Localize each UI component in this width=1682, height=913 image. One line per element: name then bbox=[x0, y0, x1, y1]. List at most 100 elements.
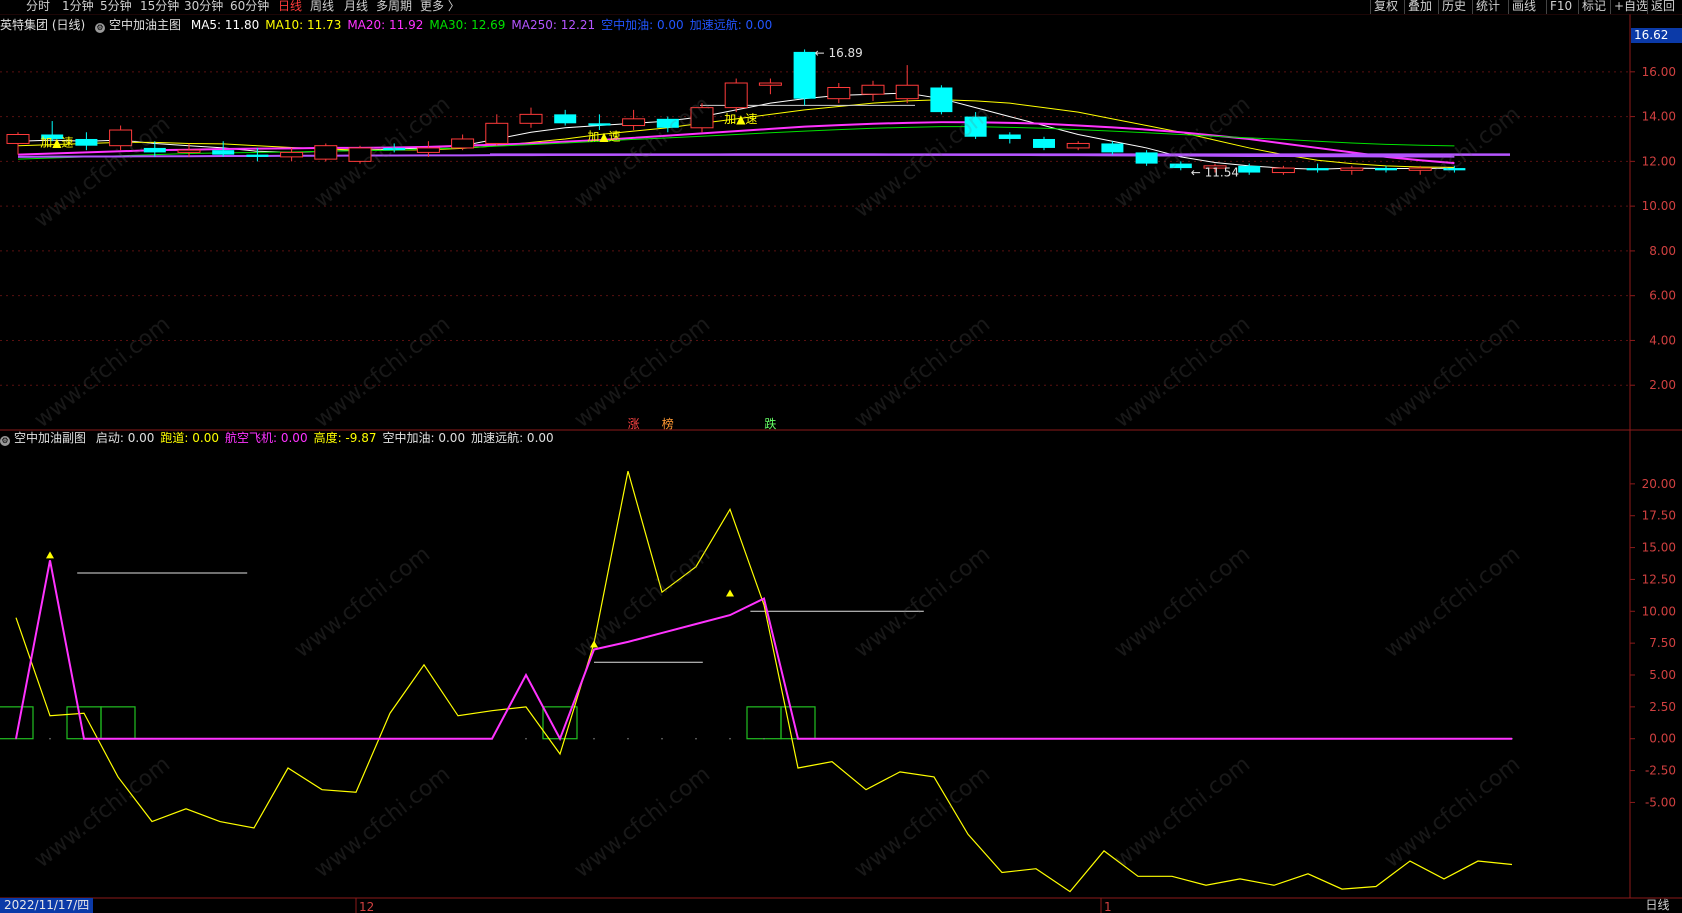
candle-body bbox=[1135, 152, 1158, 164]
period-tab-1[interactable]: 1分钟 bbox=[62, 0, 94, 13]
legend-item-5: 加速远航: 0.00 bbox=[471, 431, 554, 445]
period-tab-7[interactable]: 周线 bbox=[310, 0, 334, 13]
period-tab-10[interactable]: 更多 〉 bbox=[420, 0, 460, 13]
candle-body bbox=[246, 154, 269, 157]
toolbar-divider bbox=[1370, 0, 1371, 14]
candle-body bbox=[1033, 138, 1055, 148]
candle bbox=[383, 143, 406, 153]
candle bbox=[1135, 150, 1158, 166]
baseline-dot bbox=[695, 737, 697, 740]
period-tab-8[interactable]: 月线 bbox=[344, 0, 368, 13]
main-y-tick-label: 14.00 bbox=[1642, 110, 1676, 124]
candle bbox=[998, 132, 1021, 144]
candle-body bbox=[656, 118, 679, 128]
legend-item-5: 空中加油: 0.00 bbox=[601, 18, 684, 32]
chart-canvas[interactable]: 2.004.006.008.0010.0012.0014.0016.00← 16… bbox=[0, 0, 1682, 913]
legend-item-2: 航空飞机: 0.00 bbox=[225, 431, 308, 445]
legend-item-1: 跑道: 0.00 bbox=[160, 431, 219, 445]
month-label: 12 bbox=[359, 900, 374, 913]
main-indicator-name[interactable]: 空中加油主图 bbox=[109, 18, 181, 32]
main-chart-header: 英特集团 (日线) ⚙ 空中加油主图 MA5: 11.80 MA10: 11.73 M… bbox=[0, 16, 784, 34]
candle-body bbox=[724, 82, 748, 109]
candle bbox=[930, 85, 953, 115]
signal-triangle bbox=[46, 551, 54, 559]
candle bbox=[622, 109, 646, 131]
toolbar-button-2[interactable]: 历史 bbox=[1442, 0, 1466, 13]
period-label[interactable]: 日线 bbox=[1633, 898, 1682, 913]
candle bbox=[827, 83, 851, 104]
candle-body bbox=[75, 138, 98, 146]
candle bbox=[690, 103, 714, 133]
candle bbox=[724, 78, 748, 113]
cursor-date: 2022/11/17/四 bbox=[0, 898, 94, 913]
candle bbox=[6, 132, 30, 155]
candle bbox=[861, 80, 885, 101]
price-annotation: ← 16.89 bbox=[815, 46, 863, 60]
sub-chart-header: ⚙ 空中加油副图 启动: 0.00 跑道: 0.00 航空飞机: 0.00 高度: -9… bbox=[0, 429, 566, 447]
candle-body bbox=[143, 147, 166, 153]
period-tab-2[interactable]: 5分钟 bbox=[100, 0, 132, 13]
baseline-dot bbox=[627, 737, 629, 740]
toolbar-button-1[interactable]: 叠加 bbox=[1408, 0, 1432, 13]
toolbar-button-8[interactable]: 返回 bbox=[1651, 0, 1675, 13]
candle-body bbox=[964, 116, 987, 137]
legend-item-4: MA250: 12.21 bbox=[511, 18, 596, 32]
candle-body bbox=[485, 122, 509, 144]
candle-body bbox=[1066, 142, 1090, 149]
period-tab-6[interactable]: 日线 bbox=[278, 0, 302, 13]
period-tab-3[interactable]: 15分钟 bbox=[140, 0, 179, 13]
candle bbox=[109, 125, 133, 151]
candle-body bbox=[588, 123, 611, 126]
candle-body bbox=[1271, 167, 1295, 174]
signal-triangle bbox=[590, 640, 598, 648]
candle bbox=[793, 49, 816, 106]
toolbar-button-6[interactable]: 标记 bbox=[1582, 0, 1606, 13]
period-tab-0[interactable]: 分时 bbox=[26, 0, 50, 13]
month-label: 1 bbox=[1104, 900, 1112, 913]
settings-icon[interactable]: ⚙ bbox=[0, 436, 10, 446]
sub-indicator-name[interactable]: 空中加油副图 bbox=[14, 431, 86, 445]
main-y-tick-label: 6.00 bbox=[1649, 289, 1676, 303]
sub-y-tick-label: -2.50 bbox=[1645, 764, 1676, 778]
candle-body bbox=[314, 145, 338, 160]
toolbar-divider bbox=[1610, 0, 1611, 14]
settings-icon[interactable]: ⚙ bbox=[95, 23, 106, 33]
candle bbox=[1033, 136, 1055, 151]
ma-legend: MA5: 11.80 MA10: 11.73 MA20: 11.92 MA30: 12… bbox=[191, 18, 778, 32]
toolbar-divider bbox=[1508, 0, 1509, 14]
price-annotation: ← 11.54 bbox=[1191, 166, 1239, 180]
candle-body bbox=[998, 134, 1021, 139]
main-y-tick-label: 4.00 bbox=[1649, 333, 1676, 347]
toolbar-button-3[interactable]: 统计 bbox=[1476, 0, 1500, 13]
toolbar-button-4[interactable]: 画线 bbox=[1512, 0, 1536, 13]
candle-body bbox=[1306, 168, 1329, 171]
main-y-tick-label: 16.00 bbox=[1642, 65, 1676, 79]
period-tab-9[interactable]: 多周期 bbox=[376, 0, 412, 13]
toolbar-button-7[interactable]: +自选 bbox=[1614, 0, 1648, 13]
candle bbox=[1066, 141, 1090, 151]
candle bbox=[314, 143, 338, 162]
candle-body bbox=[1101, 143, 1124, 153]
period-tab-4[interactable]: 30分钟 bbox=[184, 0, 223, 13]
candle-body bbox=[1375, 168, 1397, 171]
bottom-signal-label: 跌 bbox=[764, 416, 776, 431]
candle-body bbox=[758, 82, 782, 86]
sub-y-tick-label: 20.00 bbox=[1642, 477, 1676, 491]
toolbar-button-0[interactable]: 复权 bbox=[1374, 0, 1398, 13]
period-toolbar: 分时 1分钟 5分钟 15分钟 30分钟 60分钟 日线 周线 月线 多周期 更多 〉 复权 叠加 历史统… bbox=[0, 0, 1682, 14]
toolbar-divider bbox=[1438, 0, 1439, 14]
toolbar-button-5[interactable]: F10 bbox=[1550, 0, 1572, 13]
candle-body bbox=[451, 138, 475, 149]
launch-box bbox=[100, 706, 136, 740]
candle-body bbox=[1169, 163, 1192, 169]
legend-item-1: MA10: 11.73 bbox=[265, 18, 342, 32]
period-tab-5[interactable]: 60分钟 bbox=[230, 0, 269, 13]
candle-body bbox=[1238, 165, 1261, 173]
toolbar-divider bbox=[1647, 0, 1648, 14]
candle-body bbox=[6, 134, 30, 144]
signal-triangle bbox=[726, 589, 734, 597]
candle bbox=[1375, 165, 1397, 173]
ma-line-ma20 bbox=[17, 121, 1455, 165]
sub-y-tick-label: 17.50 bbox=[1642, 509, 1676, 523]
launch-box bbox=[542, 706, 578, 740]
